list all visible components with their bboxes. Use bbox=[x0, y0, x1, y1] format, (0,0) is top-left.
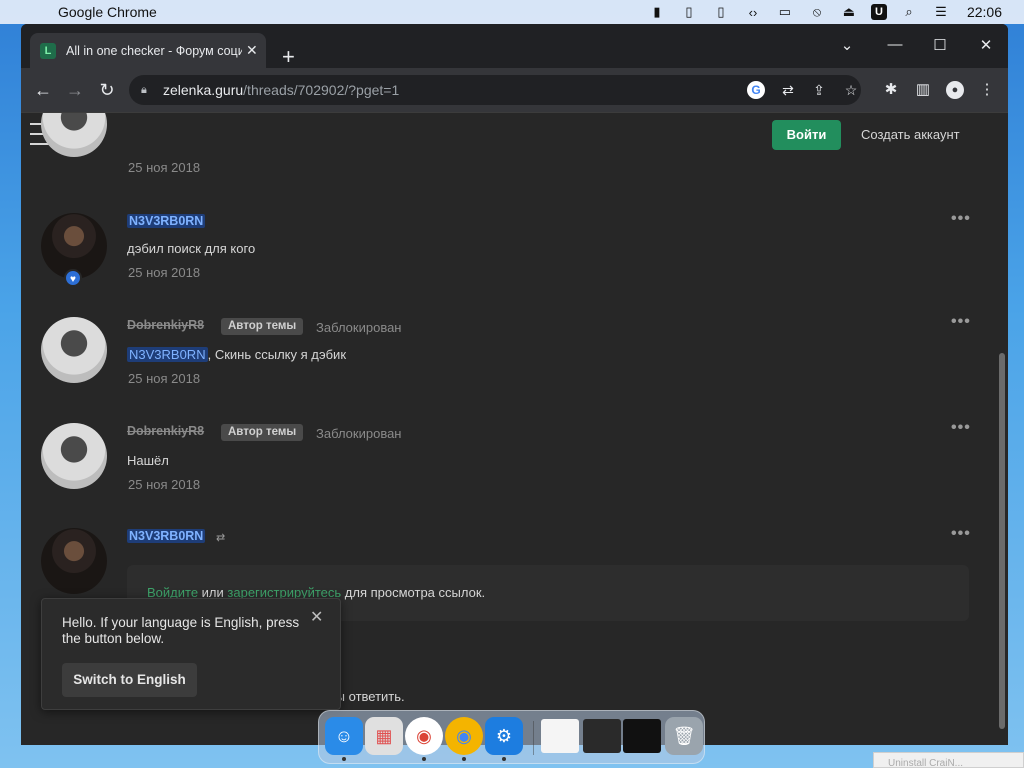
post-username[interactable]: N3V3RB0RN bbox=[127, 529, 206, 543]
menu-kebab-icon[interactable]: ⋮ bbox=[978, 81, 996, 99]
maximize-icon[interactable]: ☐ bbox=[928, 36, 952, 54]
search-icon[interactable]: ⌕ bbox=[899, 4, 919, 20]
minimized-window-thumbnail[interactable] bbox=[583, 719, 621, 753]
register-link[interactable]: Создать аккаунт bbox=[861, 120, 960, 150]
control-center-icon[interactable]: ☰ bbox=[931, 4, 951, 20]
eject-icon[interactable]: ⏏ bbox=[839, 4, 859, 20]
minimized-window-thumbnail[interactable] bbox=[623, 719, 661, 753]
lock-icon[interactable]: 🔒︎ bbox=[141, 84, 153, 97]
menu-bar: Google Chrome ▮ ▯ ▯ ‹› ▭ ⦸ ⏏ U ⌕ ☰ 22:06 bbox=[0, 0, 1024, 24]
tab-close-icon[interactable]: ✕ bbox=[246, 42, 258, 59]
new-tab-icon[interactable]: + bbox=[282, 46, 295, 68]
code-arrows-icon[interactable]: ‹› bbox=[743, 4, 763, 20]
post-date[interactable]: 25 ноя 2018 bbox=[128, 371, 200, 386]
mute-icon[interactable]: ⦸ bbox=[807, 4, 827, 20]
browser-toolbar: ← → ↻ 🔒︎ zelenka.guru/threads/702902/?pg… bbox=[21, 68, 1008, 112]
url-text[interactable]: zelenka.guru/threads/702902/?pget=1 bbox=[163, 82, 399, 98]
settings-gear-icon[interactable]: ⚙ bbox=[485, 717, 523, 755]
chrome-icon[interactable]: ◉ bbox=[405, 717, 443, 755]
banned-status: Заблокирован bbox=[316, 426, 402, 441]
side-panel-icon[interactable]: ▥ bbox=[914, 81, 932, 99]
more-options-icon[interactable]: ••• bbox=[951, 313, 971, 331]
app-name[interactable]: Google Chrome bbox=[58, 4, 157, 20]
tab-title: All in one checker - Форум соци bbox=[66, 43, 242, 58]
avatar[interactable] bbox=[41, 423, 107, 489]
tab-search-chevron-icon[interactable]: ⌄ bbox=[835, 36, 859, 54]
chromium-icon[interactable]: ◉ bbox=[445, 717, 483, 755]
avatar[interactable] bbox=[41, 528, 107, 594]
reload-icon[interactable]: ↻ bbox=[97, 80, 117, 100]
google-lens-icon[interactable]: G bbox=[747, 81, 765, 99]
scrollbar[interactable] bbox=[996, 113, 1008, 745]
more-options-icon[interactable]: ••• bbox=[951, 525, 971, 543]
phone-icon[interactable]: ▯ bbox=[679, 4, 699, 20]
post-message: Нашёл bbox=[127, 453, 169, 468]
tab-strip: L All in one checker - Форум соци ✕ + ⌄ … bbox=[21, 24, 1008, 68]
post-date[interactable]: 25 ноя 2018 bbox=[128, 477, 200, 492]
status-area: ▮ ▯ ▯ ‹› ▭ ⦸ ⏏ U ⌕ ☰ 22:06 bbox=[641, 0, 1024, 24]
post-date[interactable]: 25 ноя 2018 bbox=[128, 160, 200, 175]
avatar[interactable] bbox=[41, 317, 107, 383]
translate-icon[interactable]: ⇄ bbox=[216, 531, 232, 545]
battery-icon[interactable]: ▮ bbox=[647, 4, 667, 20]
post-username[interactable]: DobrenkiyR8 bbox=[127, 318, 204, 332]
post-message: дэбил поиск для кого bbox=[127, 241, 256, 256]
running-indicator bbox=[342, 757, 346, 761]
more-options-icon[interactable]: ••• bbox=[951, 210, 971, 228]
verified-heart-icon: ♥ bbox=[64, 269, 82, 287]
background-window[interactable]: Uninstall CraiN... bbox=[873, 752, 1024, 768]
u-icon[interactable]: U bbox=[870, 4, 887, 20]
profile-avatar-icon[interactable]: ● bbox=[946, 81, 964, 99]
language-popup-text: Hello. If your language is English, pres… bbox=[62, 615, 300, 646]
author-badge: Автор темы bbox=[221, 318, 304, 335]
user-mention[interactable]: N3V3RB0RN bbox=[127, 347, 208, 362]
bookmark-star-icon[interactable]: ☆ bbox=[842, 81, 860, 99]
author-badge: Автор темы bbox=[221, 424, 304, 441]
banned-status: Заблокирован bbox=[316, 320, 402, 335]
chrome-window: L All in one checker - Форум соци ✕ + ⌄ … bbox=[21, 24, 1008, 745]
display-icon[interactable]: ▭ bbox=[775, 4, 795, 20]
back-icon[interactable]: ← bbox=[33, 80, 53, 100]
site-favicon-icon: L bbox=[40, 42, 56, 59]
page-content: Войти Создать аккаунт 25 ноя 2018 ♥ N3V3… bbox=[21, 112, 1008, 745]
trash-icon[interactable]: 🗑︎ bbox=[665, 717, 703, 755]
post-username[interactable]: N3V3RB0RN bbox=[127, 214, 206, 228]
address-bar[interactable]: 🔒︎ zelenka.guru/threads/702902/?pget=1 G… bbox=[129, 75, 861, 105]
minimize-icon[interactable]: — bbox=[883, 36, 907, 53]
dock-separator bbox=[533, 721, 534, 755]
scrollbar-thumb[interactable] bbox=[999, 353, 1005, 729]
minimized-window-thumbnail[interactable] bbox=[541, 719, 579, 753]
post-username[interactable]: DobrenkiyR8 bbox=[127, 424, 204, 438]
forward-icon[interactable]: → bbox=[65, 80, 85, 100]
phone-outline-icon[interactable]: ▯ bbox=[711, 4, 731, 20]
more-options-icon[interactable]: ••• bbox=[951, 419, 971, 437]
running-indicator bbox=[502, 757, 506, 761]
share-icon[interactable]: ⇪ bbox=[810, 81, 828, 99]
extensions-icon[interactable]: ✱ bbox=[882, 81, 900, 99]
running-indicator bbox=[462, 757, 466, 761]
language-popup: Hello. If your language is English, pres… bbox=[41, 598, 341, 710]
close-popup-icon[interactable]: ✕ bbox=[310, 607, 323, 627]
close-window-icon[interactable]: ✕ bbox=[974, 36, 998, 54]
post-message: N3V3RB0RN, Скинь ссылку я дэбик bbox=[127, 347, 347, 362]
translate-icon[interactable]: ⇄ bbox=[779, 81, 797, 99]
post-date[interactable]: 25 ноя 2018 bbox=[128, 265, 200, 280]
dock: ☺ ▦ ◉ ◉ ⚙ 🗑︎ bbox=[318, 710, 705, 764]
clock[interactable]: 22:06 bbox=[967, 4, 1002, 20]
login-button[interactable]: Войти bbox=[772, 120, 841, 150]
launchpad-icon[interactable]: ▦ bbox=[365, 717, 403, 755]
running-indicator bbox=[422, 757, 426, 761]
switch-to-english-button[interactable]: Switch to English bbox=[62, 663, 197, 697]
tab-active[interactable]: L All in one checker - Форум соци ✕ bbox=[30, 33, 266, 68]
finder-icon[interactable]: ☺ bbox=[325, 717, 363, 755]
